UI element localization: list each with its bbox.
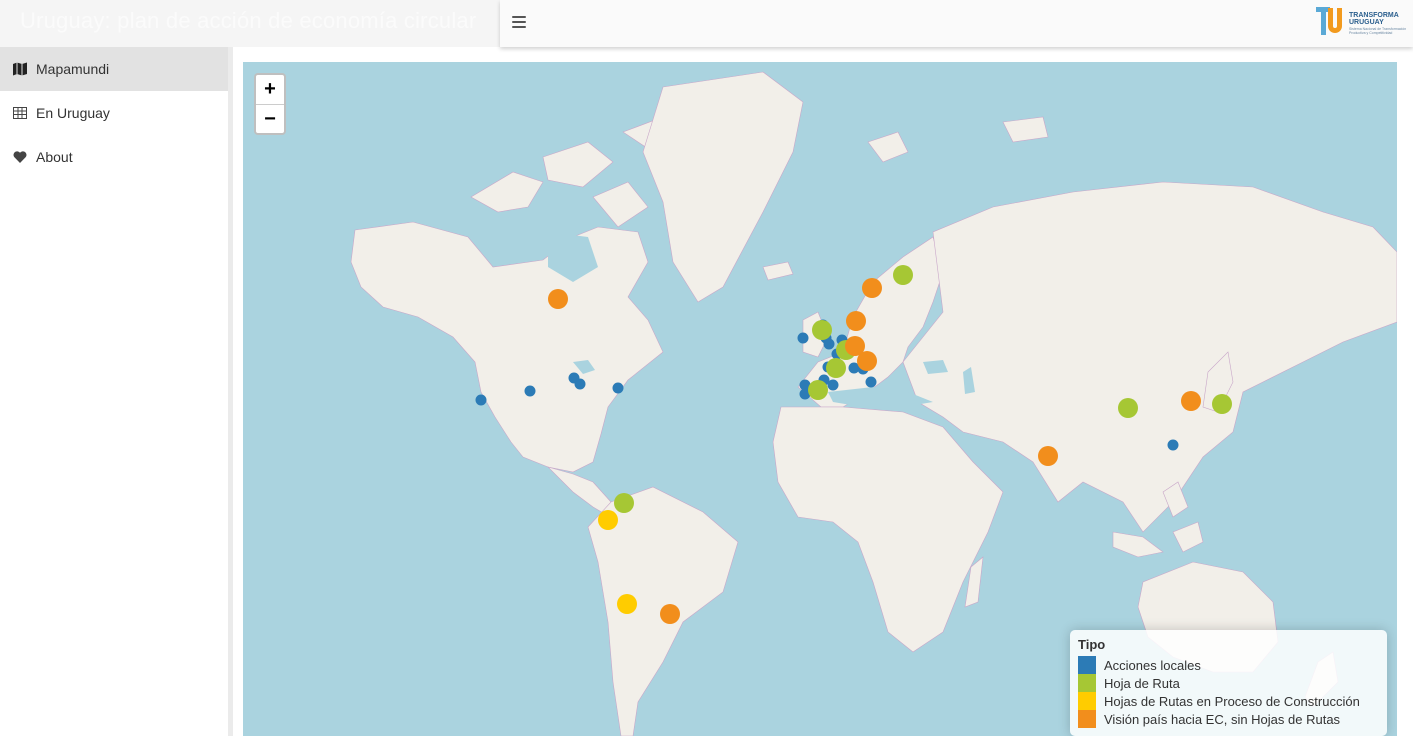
map-marker-hoja-de-ruta[interactable] — [1118, 398, 1138, 418]
legend-swatch-orange — [1078, 710, 1096, 728]
legend-label: Visión país hacia EC, sin Hojas de Rutas — [1104, 711, 1341, 727]
legend-swatch-green — [1078, 674, 1096, 692]
map-marker-hojas-en-proceso[interactable] — [598, 510, 618, 530]
map-marker-acciones-locales[interactable] — [827, 379, 839, 391]
sidebar-item-label: Mapamundi — [36, 61, 110, 77]
map-legend: Tipo Acciones locales Hoja de Ruta Hojas… — [1070, 630, 1387, 736]
map-marker-hoja-de-ruta[interactable] — [812, 320, 832, 340]
sidebar-divider — [228, 47, 233, 736]
sidebar-item-about[interactable]: About — [0, 135, 228, 179]
map-marker-acciones-locales[interactable] — [524, 385, 536, 397]
map-marker-acciones-locales[interactable] — [475, 394, 487, 406]
hamburger-icon[interactable] — [512, 13, 526, 33]
map-marker-acciones-locales[interactable] — [797, 332, 809, 344]
sidebar-item-label: En Uruguay — [36, 105, 110, 121]
map-marker-hoja-de-ruta[interactable] — [893, 265, 913, 285]
sidebar-item-en-uruguay[interactable]: En Uruguay — [0, 91, 228, 135]
map-marker-vision-pais[interactable] — [548, 289, 568, 309]
legend-label: Hojas de Rutas en Proceso de Construcció… — [1104, 693, 1360, 709]
map-marker-vision-pais[interactable] — [1181, 391, 1201, 411]
transforma-uruguay-logo: TRANSFORMA URUGUAY Sistema Nacional de Tr… — [1313, 4, 1413, 44]
map-marker-hoja-de-ruta[interactable] — [826, 358, 846, 378]
heart-icon — [13, 151, 27, 163]
zoom-control: + − — [254, 73, 286, 135]
map-marker-acciones-locales[interactable] — [848, 362, 860, 374]
sidebar-item-mapamundi[interactable]: Mapamundi — [0, 47, 228, 91]
map-marker-hojas-en-proceso[interactable] — [617, 594, 637, 614]
map-icon — [13, 62, 27, 76]
map-marker-acciones-locales[interactable] — [823, 338, 835, 350]
legend-swatch-yellow — [1078, 692, 1096, 710]
legend-item: Hoja de Ruta — [1078, 674, 1379, 692]
legend-label: Hoja de Ruta — [1104, 675, 1180, 691]
sidebar-item-label: About — [36, 149, 73, 165]
legend-swatch-blue — [1078, 656, 1096, 674]
map-marker-acciones-locales[interactable] — [1167, 439, 1179, 451]
map-marker-acciones-locales[interactable] — [612, 382, 624, 394]
zoom-in-button[interactable]: + — [256, 75, 284, 104]
map-marker-hoja-de-ruta[interactable] — [1212, 394, 1232, 414]
sidebar: Mapamundi En Uruguay About — [0, 47, 228, 736]
map-marker-vision-pais[interactable] — [660, 604, 680, 624]
map-marker-vision-pais[interactable] — [857, 351, 877, 371]
top-navbar: TRANSFORMA URUGUAY Sistema Nacional de Tr… — [500, 0, 1413, 47]
map-marker-vision-pais[interactable] — [1038, 446, 1058, 466]
legend-title: Tipo — [1078, 637, 1106, 652]
world-map[interactable]: + − Tipo Acciones locales Hoja de Ruta H… — [243, 62, 1397, 736]
app-title-bar: Uruguay: plan de acción de economía circ… — [0, 0, 500, 47]
legend-label: Acciones locales — [1104, 657, 1201, 673]
map-marker-hoja-de-ruta[interactable] — [614, 493, 634, 513]
legend-item: Acciones locales — [1078, 656, 1379, 674]
app-title: Uruguay: plan de acción de economía circ… — [20, 8, 477, 33]
map-marker-hoja-de-ruta[interactable] — [808, 380, 828, 400]
map-marker-acciones-locales[interactable] — [865, 376, 877, 388]
table-icon — [13, 107, 27, 119]
zoom-out-button[interactable]: − — [256, 104, 284, 133]
map-marker-vision-pais[interactable] — [862, 278, 882, 298]
legend-item: Hojas de Rutas en Proceso de Construcció… — [1078, 692, 1379, 710]
legend-item: Visión país hacia EC, sin Hojas de Rutas — [1078, 710, 1379, 728]
map-marker-acciones-locales[interactable] — [574, 378, 586, 390]
map-marker-vision-pais[interactable] — [846, 311, 866, 331]
